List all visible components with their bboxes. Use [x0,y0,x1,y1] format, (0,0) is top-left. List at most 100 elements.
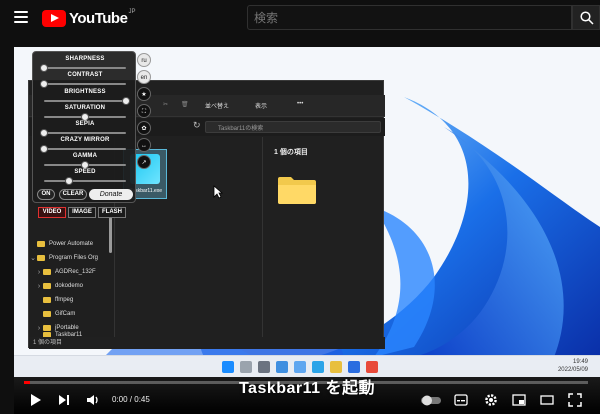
tab-flash[interactable]: FLASH [98,207,126,218]
video-player[interactable]: 19:49 2022/05/09 ✂ 🗑 並べ替え 表示 ••• ↻ Taskb… [14,47,600,414]
slider-track[interactable] [40,129,126,137]
lang-ru-button[interactable]: ru [137,53,151,67]
details-title: 1 個の項目 [274,149,308,156]
slider-thumb[interactable] [40,145,48,153]
nav-item-power-automate[interactable]: Power Automate [29,237,115,251]
slider-label: BRIGHTNESS [64,89,106,95]
status-bar: 1 個の項目 [29,337,385,349]
logo-text: YouTube [69,9,128,27]
chrome-icon[interactable] [366,361,378,373]
slider-contrast[interactable]: CONTRAST [38,72,132,89]
slider-thumb[interactable] [40,64,48,72]
clear-button[interactable]: CLEAR [59,189,87,200]
nav-item-gifcam[interactable]: GifCam [29,307,115,321]
tab-video[interactable]: VIDEO [38,207,66,218]
theater-mode-icon[interactable] [540,393,554,407]
folder-icon [43,283,51,289]
slider-track[interactable] [44,97,130,105]
fullscreen-icon[interactable]: ⛶ [137,104,151,118]
widgets-icon[interactable] [276,361,288,373]
system-clock[interactable]: 19:49 2022/05/09 [558,358,588,374]
folder-icon [43,269,51,275]
play-icon[interactable] [30,393,42,407]
tab-image[interactable]: IMAGE [68,207,96,218]
slider-thumb[interactable] [122,97,130,105]
chevron-right-icon[interactable]: › [35,325,43,332]
tray-time: 19:49 [572,359,588,365]
search-button[interactable] [572,5,600,30]
refresh-icon[interactable]: ↻ [193,120,201,131]
chevron-right-icon[interactable]: › [35,269,43,276]
star-icon[interactable]: ★ [137,87,151,101]
palette-icon[interactable]: ✿ [137,121,151,135]
external-link-icon[interactable]: ↗ [137,155,151,169]
edge-icon[interactable] [312,361,324,373]
folder-icon [43,297,51,303]
nav-item-dokodemo[interactable]: › dokodemo [29,279,115,293]
slider-speed[interactable]: SPEED [38,169,132,186]
chevron-right-icon[interactable]: › [35,283,43,290]
time-display: 0:00 / 0:45 [112,395,150,404]
slider-track[interactable] [40,80,126,88]
arrows-icon[interactable]: ↔ [137,138,151,152]
slider-gamma[interactable]: GAMMA [38,153,132,170]
chevron-down-icon[interactable]: ⌄ [29,254,37,262]
slider-track[interactable] [44,161,126,169]
slider-crazy-mirror[interactable]: CRAZY MIRROR [38,137,132,154]
folder-icon [43,325,51,331]
progress-fill [24,381,30,384]
view-button[interactable]: 表示 [255,101,267,110]
slider-track[interactable] [40,64,126,72]
fullscreen-icon[interactable] [568,393,582,407]
hamburger-menu-icon[interactable] [14,11,28,23]
task-view-icon[interactable] [258,361,270,373]
next-icon[interactable] [58,393,70,407]
nav-scrollbar[interactable] [109,217,112,253]
autoplay-toggle-icon[interactable] [420,393,442,407]
cut-icon[interactable]: ✂ [163,101,168,108]
nav-item-ffmpeg[interactable]: ffmpeg [29,293,115,307]
slider-label: SEPIA [75,121,95,127]
miniplayer-icon[interactable] [512,393,526,407]
slider-label: SPEED [74,169,96,175]
slider-label: SATURATION [64,105,106,111]
nav-item-program-files-org[interactable]: ⌄ Program Files Org [29,251,115,265]
slider-saturation[interactable]: SATURATION [38,105,132,122]
more-button[interactable]: ••• [297,101,303,107]
settings-gear-icon[interactable] [484,393,498,407]
nav-item-agdrec[interactable]: › AGDRec_132F [29,265,115,279]
store-icon[interactable] [348,361,360,373]
chat-icon[interactable] [294,361,306,373]
explorer-search-box[interactable]: Taskbar11の検索 [205,121,381,133]
player-controls: 0:00 / 0:45 [14,386,600,414]
slider-brightness[interactable]: BRIGHTNESS [38,89,132,106]
subtitles-icon[interactable] [454,393,468,407]
lang-en-button[interactable]: en [137,70,151,84]
youtube-play-logo-icon [42,9,66,27]
sort-button[interactable]: 並べ替え [205,101,229,110]
file-explorer-icon[interactable] [330,361,342,373]
donate-button[interactable]: Donate [89,189,133,200]
volume-icon[interactable] [86,393,100,407]
slider-thumb[interactable] [81,113,89,121]
slider-label: CRAZY MIRROR [60,137,110,143]
progress-bar[interactable] [24,381,588,384]
delete-icon[interactable]: 🗑 [181,101,189,108]
slider-thumb[interactable] [64,177,73,185]
slider-track[interactable] [40,145,126,153]
slider-track[interactable] [44,177,126,185]
on-button[interactable]: ON [37,189,55,200]
video-adjust-panel: SHARPNESS CONTRAST BRIGHTNESS SATURATION… [32,51,136,203]
slider-sepia[interactable]: SEPIA [38,121,132,138]
youtube-logo[interactable]: YouTube JP [42,9,135,27]
search-taskbar-icon[interactable] [240,361,252,373]
search-input[interactable] [248,6,571,29]
slider-sharpness[interactable]: SHARPNESS [38,56,132,73]
start-icon[interactable] [222,361,234,373]
explorer-content: Taskbar11.exe [116,137,261,337]
folder-icon [37,255,45,261]
slider-thumb[interactable] [40,80,48,88]
slider-track[interactable] [44,113,126,121]
slider-thumb[interactable] [40,129,48,137]
slider-thumb[interactable] [81,161,89,169]
